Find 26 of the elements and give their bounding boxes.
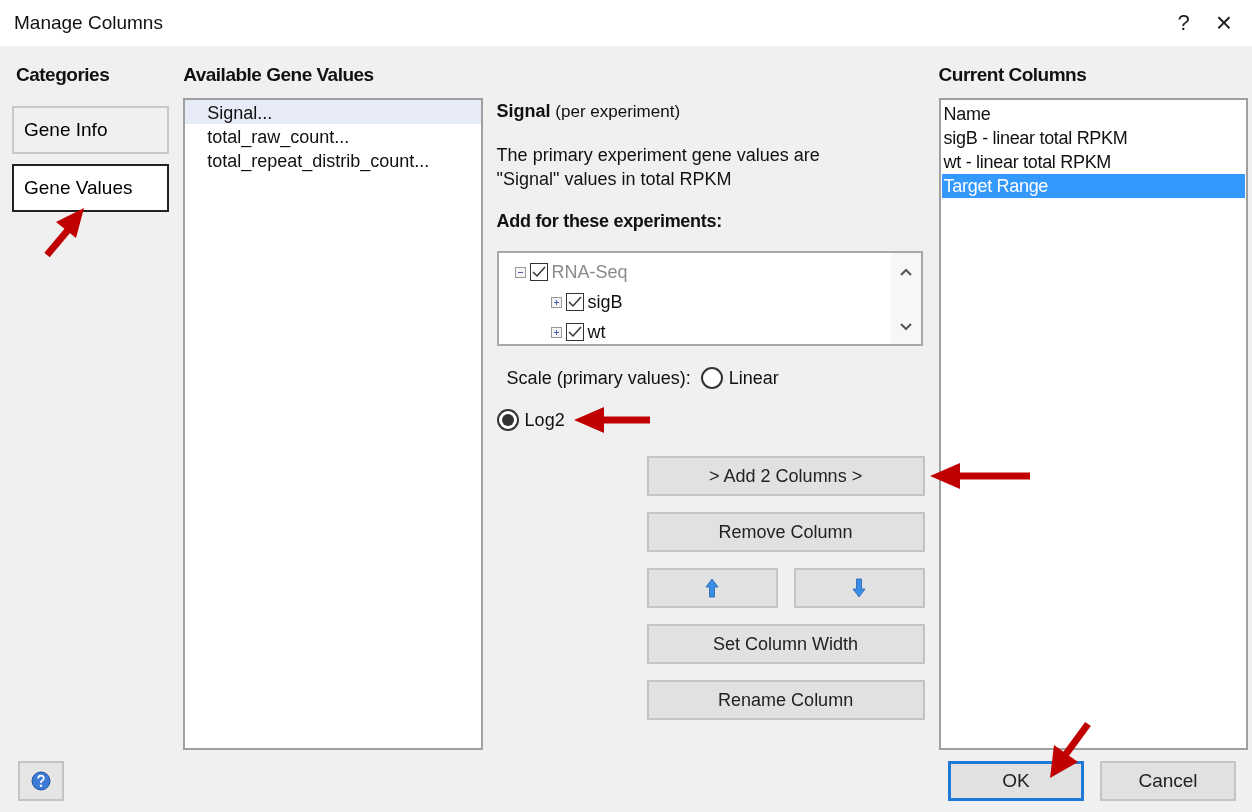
help-button[interactable]: ? xyxy=(1169,10,1198,36)
window-title: Manage Columns xyxy=(14,12,164,34)
value-description: The primary experiment gene values are "Signal" values in total RPKM xyxy=(496,144,821,191)
section-heading: Categories xyxy=(16,64,111,87)
radio-button[interactable]: Linear xyxy=(700,367,779,389)
section-heading: Current Columns xyxy=(938,64,1088,87)
section-heading: Available Gene Values xyxy=(183,64,375,87)
list-item[interactable]: Name xyxy=(941,102,1245,126)
close-button[interactable]: × xyxy=(1207,7,1240,39)
category-tab[interactable]: Gene Info xyxy=(12,106,170,154)
value-title: Signal (per experiment) xyxy=(496,100,682,123)
dialog-button[interactable]: Cancel xyxy=(1100,761,1236,801)
action-button[interactable]: Remove Column xyxy=(646,512,925,552)
list-item[interactable]: total_raw_count... xyxy=(185,124,481,148)
radio-button[interactable]: Log2 xyxy=(496,404,565,436)
action-button[interactable]: Rename Column xyxy=(646,680,925,720)
list-item[interactable]: sigB - linear total RPKM xyxy=(941,126,1245,150)
action-button[interactable]: Set Column Width xyxy=(646,624,925,664)
category-tab[interactable]: Gene Values xyxy=(12,164,170,212)
section-heading: Add for these experiments: xyxy=(496,211,723,233)
dialog-button[interactable]: OK xyxy=(948,761,1084,801)
action-button[interactable]: > Add 2 Columns > xyxy=(646,456,925,496)
list-item[interactable]: Signal... xyxy=(185,100,481,124)
scale-label: Scale (primary values): xyxy=(506,367,691,389)
list-item[interactable]: total_repeat_distrib_count... xyxy=(185,148,481,172)
list-item[interactable]: wt - linear total RPKM xyxy=(941,150,1245,174)
